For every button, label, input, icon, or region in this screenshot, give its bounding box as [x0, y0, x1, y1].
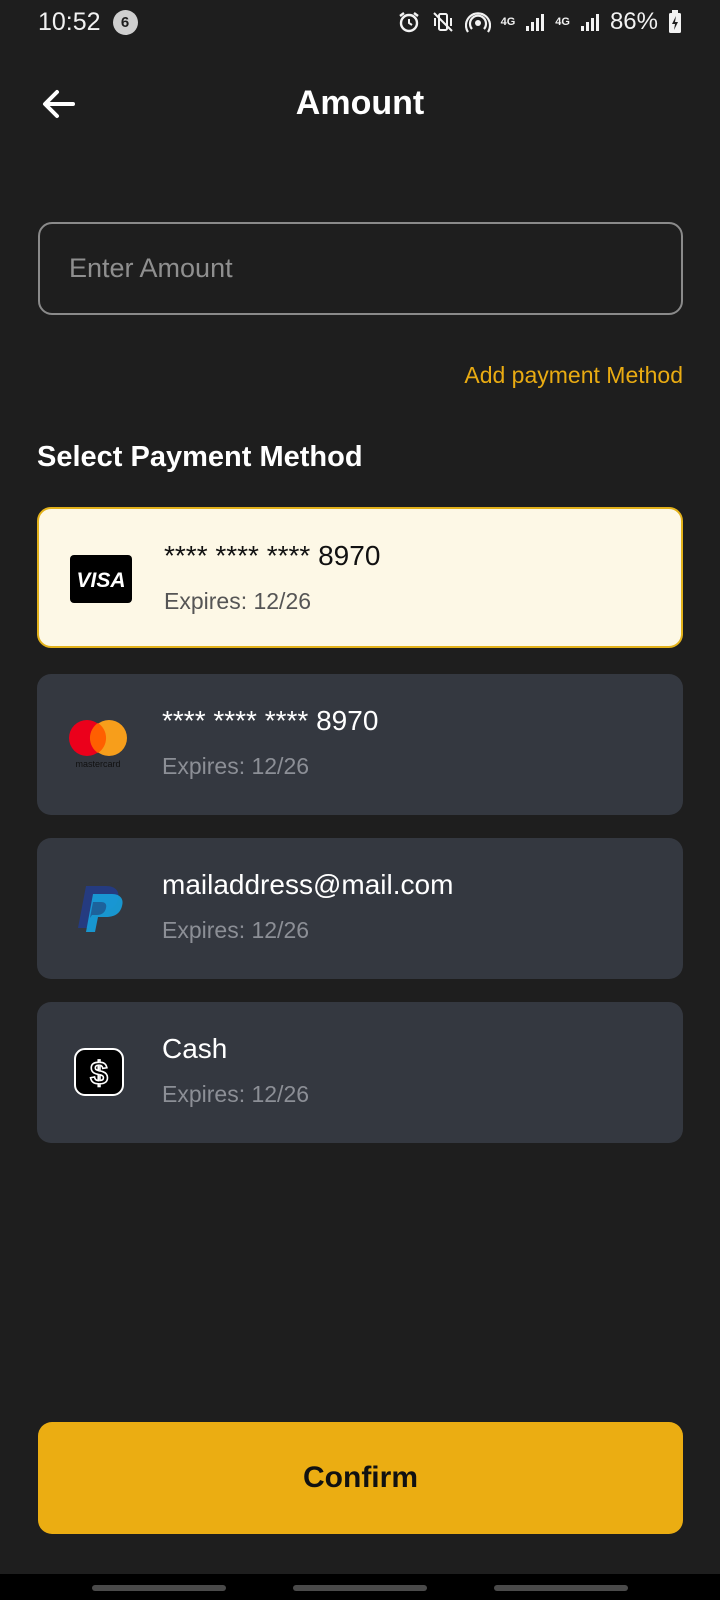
svg-text:$: $ [90, 1055, 108, 1091]
payment-method-mastercard[interactable]: mastercard **** **** **** 8970 Expires: … [37, 674, 683, 815]
section-title: Select Payment Method [37, 441, 363, 473]
status-right: 4G 4G 86% [397, 8, 682, 36]
visa-logo-text: VISA [76, 569, 125, 592]
amount-input[interactable] [38, 222, 683, 315]
visa-logo: VISA [69, 549, 133, 609]
method-line2: Expires: 12/26 [162, 1081, 310, 1107]
method-line2: Expires: 12/26 [162, 917, 310, 943]
hotspot-icon [464, 10, 491, 34]
header: Amount [0, 70, 720, 140]
nav-handle-left[interactable] [92, 1585, 226, 1591]
method-line1: **** **** **** 8970 [164, 540, 381, 571]
battery-level: 86% [609, 8, 658, 35]
add-payment-method-link[interactable]: Add payment Method [464, 362, 683, 389]
nav-handle-right[interactable] [494, 1585, 628, 1591]
status-time: 10:52 [38, 7, 101, 36]
page-title: Amount [295, 84, 425, 122]
cash-icon: $ [67, 1042, 131, 1102]
alarm-icon [397, 10, 421, 34]
payment-method-visa[interactable]: VISA **** **** **** 8970 Expires: 12/26 [37, 507, 683, 648]
battery-charging-icon [668, 10, 682, 34]
signal-icon-1 [525, 12, 545, 32]
payment-method-cash[interactable]: $ Cash Expires: 12/26 [37, 1002, 683, 1143]
mastercard-logo: mastercard [67, 714, 131, 774]
nav-handle-center[interactable] [293, 1585, 427, 1591]
signal-icon-2 [580, 12, 600, 32]
network-type-2: 4G [555, 15, 570, 28]
method-line1: **** **** **** 8970 [162, 705, 379, 736]
status-bar: 10:52 6 4G 4G 86% [0, 0, 720, 44]
method-line1: mailaddress@mail.com [162, 869, 454, 900]
mastercard-logo-text: mastercard [75, 759, 120, 769]
vibrate-mute-icon [431, 10, 455, 34]
navigation-bar [0, 1574, 720, 1600]
confirm-button[interactable]: Confirm [38, 1422, 683, 1534]
method-line2: Expires: 12/26 [164, 588, 312, 614]
method-line1: Cash [162, 1033, 228, 1064]
paypal-logo [67, 878, 131, 938]
notification-count-badge: 6 [112, 9, 138, 35]
network-type-1: 4G [500, 15, 516, 28]
status-left: 10:52 6 [38, 8, 138, 37]
payment-method-paypal[interactable]: mailaddress@mail.com Expires: 12/26 [37, 838, 683, 979]
method-line2: Expires: 12/26 [162, 753, 310, 779]
